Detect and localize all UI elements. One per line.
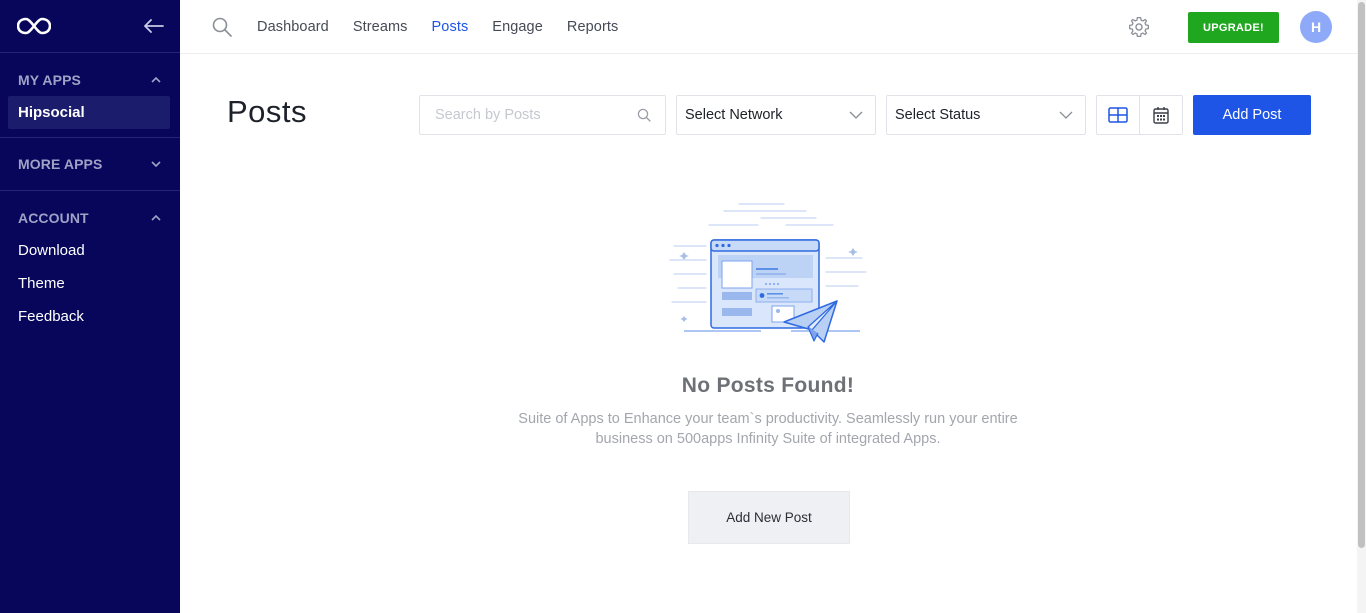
sidebar-item-hipsocial[interactable]: Hipsocial — [8, 96, 170, 129]
add-post-button[interactable]: Add Post — [1193, 95, 1311, 135]
app-root: MY APPS Hipsocial MORE APPS ACCOUNT Down… — [0, 0, 1366, 613]
empty-posts-illustration — [669, 203, 867, 343]
chevron-down-icon — [849, 111, 863, 119]
network-select-value: Select Network — [685, 107, 783, 123]
page-scrollbar[interactable] — [1357, 0, 1366, 613]
top-navbar: Dashboard Streams Posts Engage Reports U… — [180, 0, 1357, 54]
status-select[interactable]: Select Status — [886, 95, 1086, 135]
nav-engage[interactable]: Engage — [492, 19, 543, 35]
calendar-icon — [1153, 107, 1169, 124]
add-new-post-button[interactable]: Add New Post — [688, 491, 850, 544]
sidebar-section-my-apps: MY APPS Hipsocial — [0, 53, 180, 138]
sidebar-section-label: MORE APPS — [18, 156, 103, 172]
grid-view-button[interactable] — [1096, 95, 1140, 135]
sidebar-item-feedback[interactable]: Feedback — [0, 300, 180, 333]
grid-view-icon — [1108, 107, 1128, 123]
network-select[interactable]: Select Network — [676, 95, 876, 135]
posts-search-input[interactable] — [435, 107, 625, 123]
nav-streams[interactable]: Streams — [353, 19, 408, 35]
main-nav: Dashboard Streams Posts Engage Reports — [257, 19, 618, 35]
status-select-value: Select Status — [895, 107, 981, 123]
page-title: Posts — [227, 94, 308, 129]
calendar-view-button[interactable] — [1139, 95, 1183, 135]
empty-state-description-line: Suite of Apps to Enhance your team`s pro… — [518, 411, 1018, 427]
empty-state-title: No Posts Found! — [681, 374, 855, 397]
chevron-down-icon — [1059, 111, 1073, 119]
empty-state-description-line: business on 500apps Infinity Suite of in… — [595, 431, 941, 447]
sidebar-section-account: ACCOUNT Download Theme Feedback — [0, 191, 180, 341]
posts-search-box — [419, 95, 666, 135]
sidebar-item-theme[interactable]: Theme — [0, 267, 180, 300]
scrollbar-thumb[interactable] — [1358, 2, 1365, 548]
sidebar-section-header-my-apps[interactable]: MY APPS — [0, 71, 180, 89]
search-icon[interactable] — [637, 108, 651, 122]
chevron-down-icon[interactable] — [150, 158, 162, 170]
nav-dashboard[interactable]: Dashboard — [257, 19, 329, 35]
nav-posts[interactable]: Posts — [432, 19, 469, 35]
sidebar-section-label: MY APPS — [18, 72, 81, 88]
avatar[interactable]: H — [1300, 11, 1332, 43]
chevron-up-icon[interactable] — [150, 212, 162, 224]
sidebar-section-header-account[interactable]: ACCOUNT — [0, 209, 180, 227]
sidebar-item-download[interactable]: Download — [0, 234, 180, 267]
search-icon[interactable] — [212, 17, 232, 37]
sidebar-section-label: ACCOUNT — [18, 210, 89, 226]
sidebar-section-more-apps: MORE APPS — [0, 138, 180, 191]
empty-state-description: Suite of Apps to Enhance your team`s pro… — [508, 409, 1028, 449]
infinity-logo-icon[interactable] — [17, 16, 51, 36]
gear-icon[interactable] — [1128, 16, 1150, 38]
chevron-up-icon[interactable] — [150, 74, 162, 86]
nav-reports[interactable]: Reports — [567, 19, 618, 35]
collapse-sidebar-arrow-icon[interactable] — [144, 19, 164, 33]
upgrade-button[interactable]: UPGRADE! — [1188, 12, 1279, 43]
sidebar-section-header-more-apps[interactable]: MORE APPS — [0, 155, 180, 173]
sidebar: MY APPS Hipsocial MORE APPS ACCOUNT Down… — [0, 0, 180, 613]
sidebar-header — [0, 0, 180, 53]
